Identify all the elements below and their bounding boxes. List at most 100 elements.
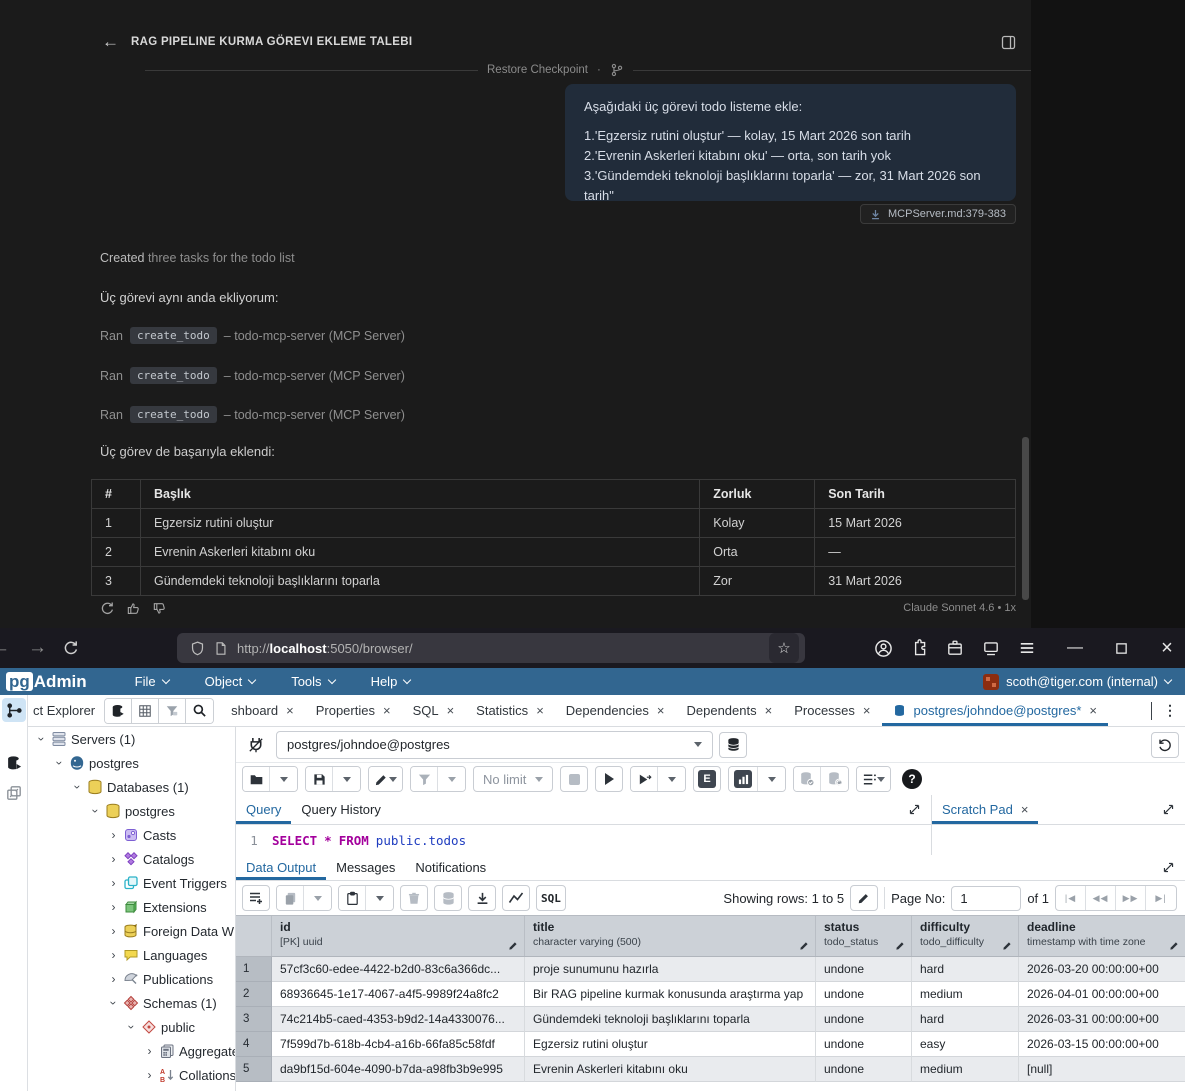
tab-processes[interactable]: Processes×: [783, 695, 881, 726]
window-maximize-button[interactable]: [1109, 636, 1133, 660]
grid-row[interactable]: 2 68936645-1e17-4067-a4f5-9989f24a8fc2 B…: [236, 982, 1185, 1007]
tab-scratch-pad[interactable]: Scratch Pad ×: [932, 795, 1038, 824]
edit-rows-pencil-icon[interactable]: [850, 885, 878, 911]
shield-icon[interactable]: [190, 641, 205, 656]
url-bar[interactable]: http://localhost:5050/browser/: [177, 633, 805, 663]
tree-item-casts[interactable]: › Casts: [28, 823, 235, 847]
user-menu[interactable]: scoth@tiger.com (internal): [983, 674, 1171, 690]
pencil-icon[interactable]: [895, 940, 906, 951]
menu-file[interactable]: File: [135, 674, 169, 689]
workspace-windows-icon[interactable]: [2, 781, 26, 805]
tabs-sidebar-icon[interactable]: [979, 636, 1003, 660]
explain-analyze-chevron[interactable]: [758, 767, 785, 791]
tab-query-history[interactable]: Query History: [291, 795, 390, 824]
archive-icon[interactable]: [943, 636, 967, 660]
pencil-icon[interactable]: [799, 940, 810, 951]
explorer-grid-icon[interactable]: [132, 699, 159, 723]
expand-output-icon[interactable]: [1152, 861, 1185, 874]
grid-row[interactable]: 3 74c214b5-caed-4353-b9d2-14a4330076... …: [236, 1007, 1185, 1032]
col-header-deadline[interactable]: deadline timestamp with time zone: [1019, 916, 1185, 956]
save-chevron[interactable]: [333, 767, 360, 791]
close-icon[interactable]: ×: [447, 703, 455, 718]
paste-icon[interactable]: [339, 886, 366, 910]
retry-icon[interactable]: [100, 601, 115, 616]
tab-query-tool-active[interactable]: postgres/johndoe@postgres*×: [882, 695, 1108, 726]
tab-list-chevron[interactable]: [1142, 702, 1161, 720]
reset-layout-icon[interactable]: [1151, 732, 1179, 758]
macros-list-icon[interactable]: [857, 767, 890, 791]
page-last-button[interactable]: ▶|: [1146, 886, 1176, 910]
paste-chevron[interactable]: [366, 886, 393, 910]
row-number[interactable]: 1: [236, 957, 272, 982]
row-number[interactable]: 3: [236, 1007, 272, 1032]
restore-checkpoint-link[interactable]: Restore Checkpoint: [487, 64, 588, 76]
tab-dependents[interactable]: Dependents×: [676, 695, 784, 726]
explain-analyze-icon[interactable]: [729, 767, 758, 791]
tree-item-extensions[interactable]: › Extensions: [28, 895, 235, 919]
copy-icon[interactable]: [277, 886, 304, 910]
tree-item-collations[interactable]: › AB Collations: [28, 1063, 235, 1087]
limit-select[interactable]: No limit: [473, 766, 553, 792]
pencil-icon[interactable]: [1002, 940, 1013, 951]
tab-dashboard[interactable]: shboard×: [220, 695, 305, 726]
tree-item-event-triggers[interactable]: › Event Triggers: [28, 871, 235, 895]
scratch-pad-content[interactable]: [932, 825, 1185, 855]
execute-options-chevron[interactable]: [658, 767, 685, 791]
add-row-icon[interactable]: [242, 885, 270, 911]
commit-icon[interactable]: [794, 767, 821, 791]
save-data-icon[interactable]: [434, 885, 462, 911]
window-minimize-button[interactable]: —: [1063, 636, 1087, 660]
explorer-db-icon[interactable]: [105, 699, 132, 723]
tree-item-databases[interactable]: › Databases (1): [28, 775, 235, 799]
grid-row[interactable]: 1 57cf3c60-edee-4422-b2d0-83c6a366dc... …: [236, 957, 1185, 982]
delete-row-icon[interactable]: [400, 885, 428, 911]
bookmark-star-icon[interactable]: ☆: [769, 633, 799, 663]
tab-properties[interactable]: Properties×: [305, 695, 402, 726]
filter-icon[interactable]: [411, 767, 438, 791]
extensions-puzzle-icon[interactable]: [907, 636, 931, 660]
tool-run-row[interactable]: Ran create_todo – todo-mcp-server (MCP S…: [100, 367, 405, 384]
thumbs-down-icon[interactable]: [152, 601, 167, 616]
tab-data-output[interactable]: Data Output: [236, 855, 326, 880]
download-icon[interactable]: [468, 885, 496, 911]
filter-chevron[interactable]: [438, 767, 465, 791]
row-number[interactable]: 4: [236, 1032, 272, 1057]
col-header-difficulty[interactable]: difficulty todo_difficulty: [912, 916, 1019, 956]
split-editor-icon[interactable]: [1001, 35, 1016, 50]
rollback-icon[interactable]: [821, 767, 848, 791]
col-header-status[interactable]: status todo_status: [816, 916, 912, 956]
execute-options-icon[interactable]: [631, 767, 658, 791]
sql-editor[interactable]: 1 SELECT * FROM public.todos: [236, 825, 931, 855]
close-icon[interactable]: ×: [1089, 703, 1097, 718]
tab-query[interactable]: Query: [236, 795, 291, 824]
account-icon[interactable]: [871, 636, 895, 660]
url-text[interactable]: http://localhost:5050/browser/: [237, 641, 413, 656]
copy-chevron[interactable]: [304, 886, 331, 910]
help-icon[interactable]: ?: [898, 766, 926, 792]
close-icon[interactable]: ×: [1021, 802, 1029, 817]
save-icon[interactable]: [306, 767, 333, 791]
tab-sql[interactable]: SQL×: [402, 695, 466, 726]
open-file-chevron[interactable]: [270, 767, 297, 791]
close-icon[interactable]: ×: [765, 703, 773, 718]
tree-item-foreign-data-wrappers[interactable]: › Foreign Data W: [28, 919, 235, 943]
tab-messages[interactable]: Messages: [326, 855, 405, 880]
query-tool-workspace-icon[interactable]: [2, 751, 26, 775]
close-icon[interactable]: ×: [863, 703, 871, 718]
thumbs-up-icon[interactable]: [126, 601, 141, 616]
chat-scrollbar[interactable]: [1022, 437, 1029, 600]
close-icon[interactable]: ×: [657, 703, 665, 718]
browser-refresh-icon[interactable]: [63, 640, 79, 656]
graph-visualizer-icon[interactable]: [502, 885, 530, 911]
menu-help[interactable]: Help: [371, 674, 411, 689]
page-prev-button[interactable]: ◀◀: [1086, 886, 1116, 910]
col-header-id[interactable]: id [PK] uuid: [272, 916, 525, 956]
tree-item-catalogs[interactable]: › Catalogs: [28, 847, 235, 871]
page-next-button[interactable]: ▶▶: [1116, 886, 1146, 910]
object-explorer-icon[interactable]: [2, 698, 26, 722]
show-sql-button[interactable]: SQL: [536, 885, 566, 911]
close-icon[interactable]: ×: [286, 703, 294, 718]
tree-item-servers[interactable]: › Servers (1): [28, 727, 235, 751]
tree-item-db-postgres[interactable]: › postgres: [28, 799, 235, 823]
tab-notifications[interactable]: Notifications: [405, 855, 496, 880]
